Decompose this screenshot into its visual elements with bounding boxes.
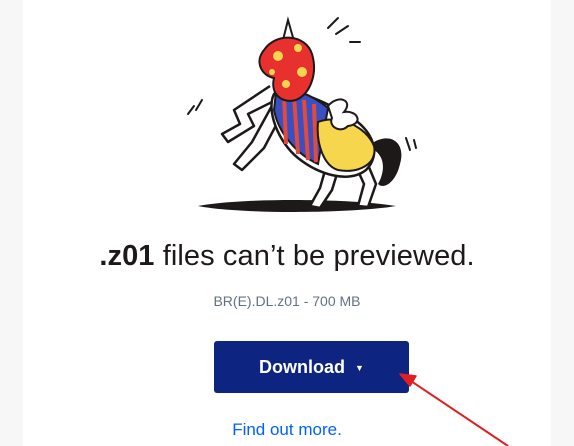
- message-text: files can’t be previewed.: [154, 240, 475, 272]
- file-name-size: BR(E).DL.z01 - 700 MB: [213, 293, 361, 309]
- unicorn-illustration-icon: [187, 16, 417, 212]
- find-out-more-link[interactable]: Find out more.: [0, 420, 574, 440]
- file-extension: .z01: [99, 240, 155, 272]
- chevron-down-icon: ▼: [355, 362, 364, 373]
- cannot-preview-message: .z01 files can’t be previewed.: [0, 240, 574, 273]
- download-label: Download: [259, 356, 346, 377]
- download-button[interactable]: Download ▼: [214, 341, 409, 393]
